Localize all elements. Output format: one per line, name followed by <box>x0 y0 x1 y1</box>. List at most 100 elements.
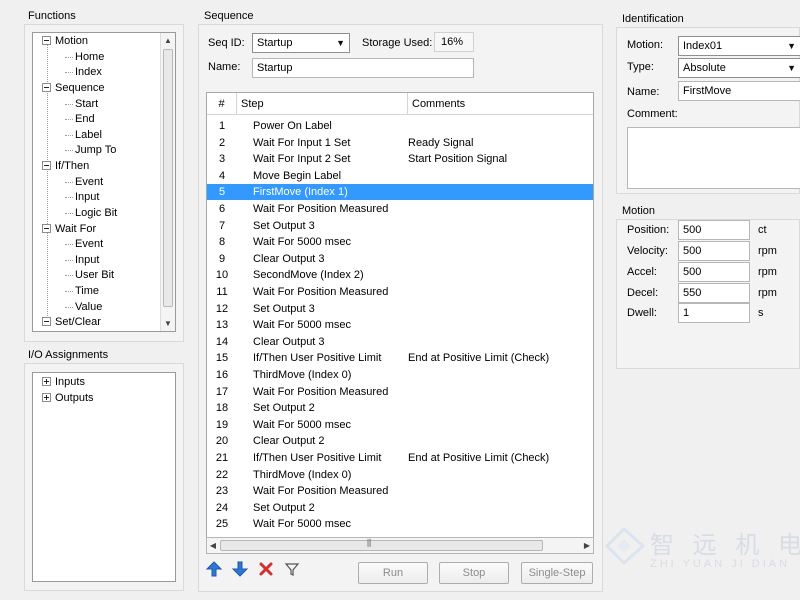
column-comments[interactable]: Comments <box>408 93 593 115</box>
tree-node-set-clear[interactable]: Set/Clear <box>42 315 101 330</box>
tree-node-user-bit[interactable]: User Bit <box>65 268 114 283</box>
velocity-input[interactable]: 500 <box>678 241 750 261</box>
chevron-down-icon[interactable]: ▼ <box>787 59 796 77</box>
column-step[interactable]: Step <box>237 93 408 115</box>
tree-branch-line <box>65 243 73 245</box>
table-row[interactable]: 12 Set Output 3 <box>207 301 593 317</box>
single-step-button[interactable]: Single-Step <box>521 562 593 584</box>
functions-tree[interactable]: Motion Home Index Sequence Start End Lab… <box>32 32 176 332</box>
tree-node-start[interactable]: Start <box>65 97 98 112</box>
table-row[interactable]: 3 Wait For Input 2 Set Start Position Sign… <box>207 151 593 167</box>
table-row[interactable]: 23 Wait For Position Measured <box>207 483 593 499</box>
column-number[interactable]: # <box>207 93 237 115</box>
table-row[interactable]: 7 Set Output 3 <box>207 218 593 234</box>
table-row[interactable]: 10 SecondMove (Index 2) <box>207 267 593 283</box>
scroll-thumb[interactable] <box>163 49 173 307</box>
motion-select[interactable]: Index01 ▼ <box>678 36 800 56</box>
decel-input[interactable]: 550 <box>678 283 750 303</box>
collapse-icon[interactable] <box>42 36 51 45</box>
tree-node-home[interactable]: Home <box>65 50 104 65</box>
sequence-name-input[interactable]: Startup <box>252 58 474 78</box>
collapse-icon[interactable] <box>42 161 51 170</box>
down-arrow-icon[interactable] <box>231 560 249 578</box>
step-number: 21 <box>215 452 229 464</box>
seq-id-select[interactable]: Startup ▼ <box>252 33 350 53</box>
scroll-left-icon[interactable]: ◀ <box>207 538 219 553</box>
grid-horizontal-scrollbar[interactable]: ◀ ⫼ ▶ <box>206 537 594 554</box>
comment-label: Comment: <box>627 108 678 120</box>
table-row[interactable]: 6 Wait For Position Measured <box>207 201 593 217</box>
scroll-up-icon[interactable]: ▲ <box>161 33 175 48</box>
collapse-icon[interactable] <box>42 317 51 326</box>
delete-icon[interactable] <box>257 560 275 578</box>
table-row[interactable]: 21 If/Then User Positive Limit End at Posi… <box>207 450 593 466</box>
step-label: Wait For Input 2 Set <box>253 153 351 166</box>
io-assignments-tree[interactable]: Inputs Outputs <box>32 372 176 582</box>
tree-branch-line <box>65 103 73 105</box>
tree-branch-line <box>65 118 73 120</box>
tree-node-if-then[interactable]: If/Then <box>42 159 89 174</box>
stop-button[interactable]: Stop <box>439 562 509 584</box>
tree-node-index[interactable]: Index <box>65 65 102 80</box>
collapse-icon[interactable] <box>42 224 51 233</box>
step-label: Move Begin Label <box>253 169 342 182</box>
tree-node-sequence[interactable]: Sequence <box>42 81 105 96</box>
horizontal-scroll-thumb[interactable] <box>220 540 543 551</box>
up-arrow-icon[interactable] <box>205 560 223 578</box>
tree-node-input[interactable]: Input <box>65 190 99 205</box>
table-row[interactable]: 17 Wait For Position Measured <box>207 384 593 400</box>
table-row[interactable]: 13 Wait For 5000 msec <box>207 317 593 333</box>
table-row[interactable]: 22 ThirdMove (Index 0) <box>207 467 593 483</box>
collapse-icon[interactable] <box>42 83 51 92</box>
accel-input[interactable]: 500 <box>678 262 750 282</box>
step-number: 8 <box>218 236 226 249</box>
table-row[interactable]: 11 Wait For Position Measured <box>207 284 593 300</box>
table-row[interactable]: 4 Move Begin Label <box>207 168 593 184</box>
motion-name-input[interactable]: FirstMove <box>678 81 800 101</box>
tree-node-value[interactable]: Value <box>65 300 102 315</box>
tree-node-wait-for[interactable]: Wait For <box>42 222 96 237</box>
tree-node-time[interactable]: Time <box>65 284 99 299</box>
run-button[interactable]: Run <box>358 562 428 584</box>
sequence-grid[interactable]: # Step Comments 1 Power On Label 2 Wait For… <box>206 92 594 554</box>
table-row[interactable]: 20 Clear Output 2 <box>207 433 593 449</box>
tree-node-event[interactable]: Event <box>65 175 103 190</box>
table-row[interactable]: 1 Power On Label <box>207 118 593 134</box>
table-row[interactable]: 5 FirstMove (Index 1) <box>207 184 593 201</box>
table-row[interactable]: 24 Set Output 2 <box>207 500 593 516</box>
tree-node-end[interactable]: End <box>65 112 95 127</box>
tree-node-jump-to[interactable]: Jump To <box>65 143 116 158</box>
table-row[interactable]: 19 Wait For 5000 msec <box>207 417 593 433</box>
comment-input[interactable] <box>627 127 800 189</box>
scroll-down-icon[interactable]: ▼ <box>161 316 175 331</box>
table-row[interactable]: 9 Clear Output 3 <box>207 251 593 267</box>
table-row[interactable]: 16 ThirdMove (Index 0) <box>207 367 593 383</box>
table-row[interactable]: 14 Clear Output 3 <box>207 334 593 350</box>
tree-branch-line <box>65 149 73 151</box>
table-row[interactable]: 25 Wait For 5000 msec <box>207 516 593 532</box>
tree-node-wait-event[interactable]: Event <box>65 237 103 252</box>
step-label: FirstMove (Index 1) <box>253 186 348 199</box>
table-row[interactable]: 18 Set Output 2 <box>207 400 593 416</box>
tree-node-motion[interactable]: Motion <box>42 34 88 49</box>
tree-node-label[interactable]: Label <box>65 128 102 143</box>
filter-icon[interactable] <box>283 560 301 578</box>
dwell-input[interactable]: 1 <box>678 303 750 323</box>
tree-node-outputs[interactable]: Outputs <box>42 391 94 406</box>
expand-icon[interactable] <box>42 393 51 402</box>
tree-node-logic-bit[interactable]: Logic Bit <box>65 206 117 221</box>
step-label: ThirdMove (Index 0) <box>253 369 352 381</box>
position-input[interactable]: 500 <box>678 220 750 240</box>
chevron-down-icon[interactable]: ▼ <box>336 34 345 52</box>
chevron-down-icon[interactable]: ▼ <box>787 37 796 55</box>
functions-scrollbar[interactable]: ▲ ▼ <box>160 33 175 331</box>
table-row[interactable]: 8 Wait For 5000 msec <box>207 234 593 250</box>
step-number: 17 <box>215 385 229 398</box>
tree-node-inputs[interactable]: Inputs <box>42 375 85 390</box>
scroll-right-icon[interactable]: ▶ <box>581 538 593 553</box>
expand-icon[interactable] <box>42 377 51 386</box>
type-select[interactable]: Absolute ▼ <box>678 58 800 78</box>
tree-node-wait-input[interactable]: Input <box>65 253 99 268</box>
table-row[interactable]: 15 If/Then User Positive Limit End at Posi… <box>207 350 593 366</box>
table-row[interactable]: 2 Wait For Input 1 Set Ready Signal <box>207 135 593 151</box>
